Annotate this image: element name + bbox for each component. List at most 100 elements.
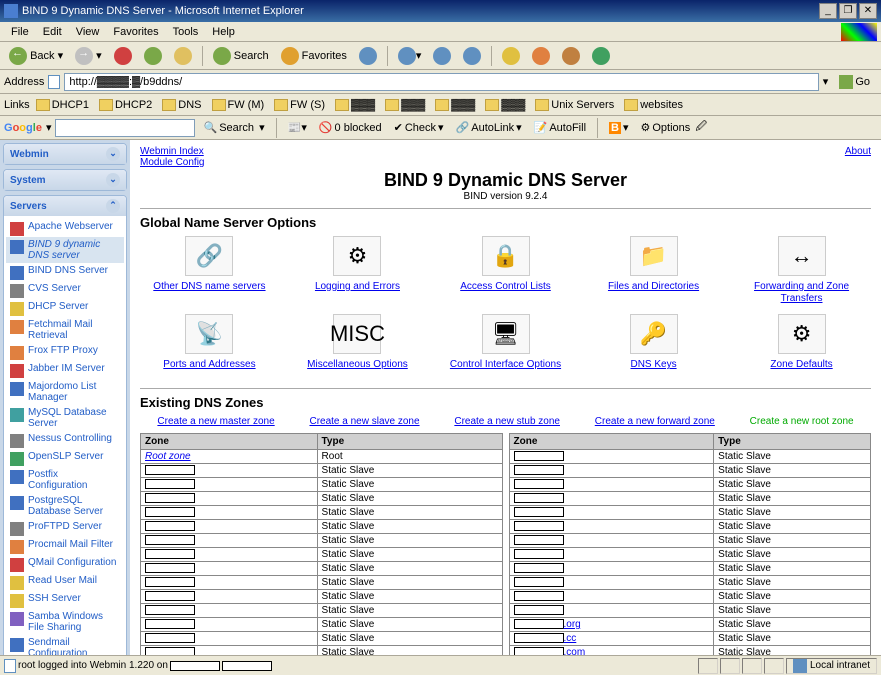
sidebar-item[interactable]: MySQL Database Server [6,405,124,431]
link-item[interactable]: FW (S) [270,98,329,112]
module-config-link[interactable]: Module Config [140,157,204,168]
sidebar-section-webmin[interactable]: Webmin⌄ [4,144,126,164]
zone-cell[interactable] [141,492,318,506]
sidebar-item[interactable]: SSH Server [6,591,124,609]
blogger-button[interactable]: B▾ [605,119,632,136]
zone-cell[interactable] [509,576,714,590]
tool-button-3[interactable] [557,44,585,68]
link-item[interactable]: Unix Servers [531,98,618,112]
link-item[interactable]: FW (M) [208,98,269,112]
about-link[interactable]: About [845,146,871,168]
zone-cell[interactable] [509,590,714,604]
forward-button[interactable]: ▾ [70,44,107,68]
zone-cell[interactable] [509,604,714,618]
create-stub-zone-link[interactable]: Create a new stub zone [454,416,560,427]
go-button[interactable]: Go [832,72,877,92]
sidebar-section-servers[interactable]: Servers⌃ [4,196,126,216]
sidebar-item[interactable]: Majordomo List Manager [6,379,124,405]
create-master-zone-link[interactable]: Create a new master zone [157,416,274,427]
option-link[interactable]: Zone Defaults [770,359,832,370]
option-item[interactable]: MISCMiscellaneous Options [288,314,427,370]
zone-cell[interactable]: Root zone [141,450,318,464]
option-link[interactable]: Miscellaneous Options [307,359,408,370]
link-item[interactable]: DNS [158,98,205,112]
option-item[interactable]: ↔Forwarding and Zone Transfers [732,236,871,304]
zone-cell[interactable] [509,548,714,562]
mail-button[interactable]: ▾ [393,44,427,68]
tool-button-4[interactable] [587,44,615,68]
root-zone-link[interactable]: Root zone [145,451,191,462]
sidebar-item[interactable]: Postfix Configuration [6,467,124,493]
sidebar-item[interactable]: Jabber IM Server [6,361,124,379]
option-link[interactable]: Control Interface Options [450,359,561,370]
zone-cell[interactable] [509,464,714,478]
zone-cell[interactable] [509,478,714,492]
stop-button[interactable] [109,44,137,68]
zone-cell[interactable] [509,492,714,506]
sidebar-item[interactable]: BIND DNS Server [6,263,124,281]
option-item[interactable]: 🔗Other DNS name servers [140,236,279,304]
sidebar-section-system[interactable]: System⌄ [4,170,126,190]
menu-favorites[interactable]: Favorites [106,24,165,40]
zone-cell[interactable] [141,632,318,646]
zone-cell[interactable]: .cc [509,632,714,646]
refresh-button[interactable] [139,44,167,68]
option-item[interactable]: 🖥Control Interface Options [436,314,575,370]
tool-button-1[interactable] [497,44,525,68]
zone-cell[interactable] [509,450,714,464]
option-link[interactable]: Forwarding and Zone Transfers [754,281,849,304]
link-item[interactable]: ▓▓▓ [431,98,479,112]
option-link[interactable]: Logging and Errors [315,281,400,292]
autofill-button[interactable]: 📝AutoFill [530,119,590,136]
history-button[interactable] [354,44,382,68]
create-slave-zone-link[interactable]: Create a new slave zone [309,416,419,427]
sidebar-item[interactable]: QMail Configuration [6,555,124,573]
link-item[interactable]: DHCP2 [95,98,156,112]
zone-link[interactable]: .com [564,647,586,655]
maximize-button[interactable]: ❐ [839,3,857,19]
menu-view[interactable]: View [69,24,107,40]
zone-cell[interactable]: .com [509,646,714,656]
address-input[interactable] [64,73,818,91]
zone-link[interactable]: .cc [564,633,577,644]
zone-cell[interactable] [141,590,318,604]
main-panel[interactable]: Webmin Index Module Config About BIND 9 … [130,140,881,655]
link-item[interactable]: ▓▓▓ [381,98,429,112]
option-link[interactable]: Ports and Addresses [163,359,255,370]
link-item[interactable]: ▓▓▓ [481,98,529,112]
tool-button-2[interactable] [527,44,555,68]
sidebar-item[interactable]: Samba Windows File Sharing [6,609,124,635]
sidebar-item[interactable]: Fetchmail Mail Retrieval [6,317,124,343]
option-item[interactable]: 📁Files and Directories [584,236,723,304]
option-item[interactable]: 🔒Access Control Lists [436,236,575,304]
favorites-button[interactable]: Favorites [276,44,352,68]
zone-cell[interactable] [509,506,714,520]
edit-button[interactable] [458,44,486,68]
sidebar-item[interactable]: DHCP Server [6,299,124,317]
zone-cell[interactable]: .org [509,618,714,632]
webmin-index-link[interactable]: Webmin Index [140,146,204,157]
zone-cell[interactable] [141,520,318,534]
zone-cell[interactable] [509,562,714,576]
zone-cell[interactable] [141,576,318,590]
menu-edit[interactable]: Edit [36,24,69,40]
link-item[interactable]: websites [620,98,687,112]
zone-cell[interactable] [141,548,318,562]
zone-cell[interactable] [141,478,318,492]
search-button[interactable]: Search [208,44,274,68]
sidebar-item[interactable]: ProFTPD Server [6,519,124,537]
zone-cell[interactable] [141,464,318,478]
home-button[interactable] [169,44,197,68]
check-button[interactable]: ✔Check▾ [390,119,448,136]
option-item[interactable]: 📡Ports and Addresses [140,314,279,370]
google-button-1[interactable]: 📰▾ [284,119,311,136]
sidebar-item[interactable]: OpenSLP Server [6,449,124,467]
option-item[interactable]: ⚙Zone Defaults [732,314,871,370]
zone-cell[interactable] [141,604,318,618]
zone-cell[interactable] [141,506,318,520]
create-root-zone-link[interactable]: Create a new root zone [750,416,854,427]
sidebar-item[interactable]: Nessus Controlling [6,431,124,449]
zone-link[interactable]: .org [564,619,581,630]
print-button[interactable] [428,44,456,68]
popup-blocker-button[interactable]: 🚫0 blocked [315,119,386,136]
